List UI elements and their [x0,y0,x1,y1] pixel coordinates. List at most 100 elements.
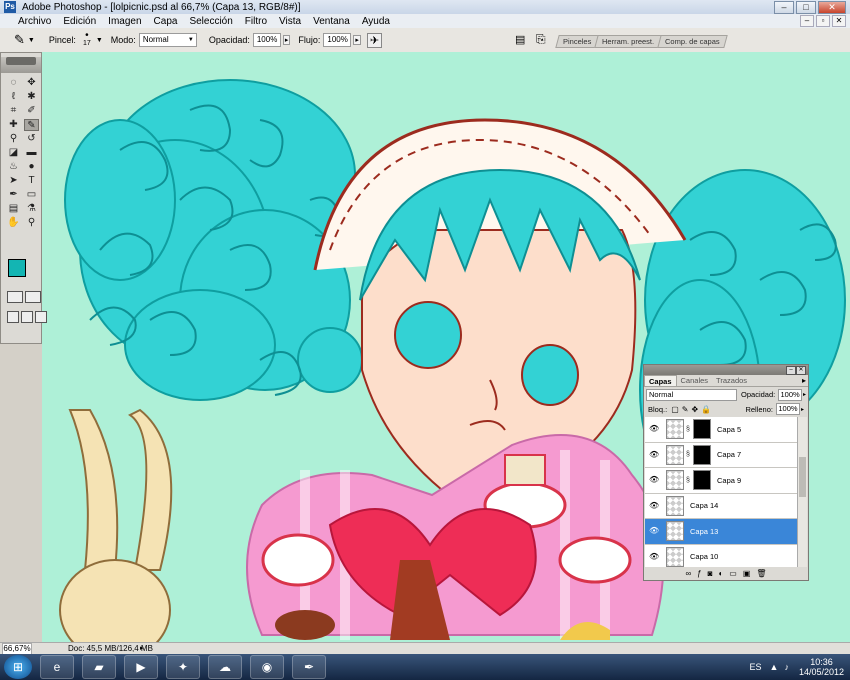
layer-opacity-field[interactable]: 100% [778,388,802,401]
ie-icon[interactable]: e [40,655,74,679]
flujo-slider-icon[interactable]: ▸ [353,35,361,45]
tray-arrow-icon[interactable]: ▲ [770,662,779,672]
opacidad-field[interactable]: 100% [252,33,281,47]
brush-preview[interactable]: • 17 [80,31,94,49]
menu-filtro[interactable]: Filtro [239,16,273,27]
layers-scrollbar[interactable] [797,417,807,567]
quick-mask-icon[interactable] [25,291,41,303]
eye-icon[interactable]: 👁 [649,450,659,460]
eye-icon[interactable]: 👁 [649,501,659,511]
move-icon[interactable]: ✥ [24,77,39,89]
shape-icon[interactable]: ▭ [24,189,39,201]
tab-comp-capas[interactable]: Comp. de capas [657,35,728,48]
volume-icon[interactable]: ♪ [784,662,789,672]
eyedropper-icon[interactable]: ⚗ [24,203,39,215]
network-icon[interactable]: ☁ [208,655,242,679]
palette-well-icon[interactable]: ⎘ [536,32,546,47]
tab-herram-preest[interactable]: Herram. preest. [594,35,663,48]
menu-edicion[interactable]: Edición [57,16,102,27]
new-layer-icon[interactable]: ▣ [743,569,751,578]
screen-mode-standard-icon[interactable] [7,311,19,323]
layers-panel-titlebar[interactable]: – ✕ [644,365,808,375]
maximize-icon[interactable]: □ [796,1,816,14]
menu-archivo[interactable]: Archivo [0,16,57,27]
tab-pinceles[interactable]: Pinceles [555,35,600,48]
file-browser-icon[interactable]: ▤ [515,33,525,46]
toolbox-header[interactable] [1,57,41,73]
brush-dropdown-icon[interactable]: ▼ [96,37,103,44]
opacity-arrow-icon[interactable]: ▸ [803,391,806,398]
brush-icon[interactable]: ✎ [24,119,39,131]
add-mask-icon[interactable]: ◙ [708,569,713,578]
lock-transparency-icon[interactable]: ▢ [671,405,679,414]
dodge-icon[interactable]: ● [24,161,39,173]
blend-mode-select[interactable]: Normal [646,388,738,401]
layer-row[interactable]: 👁 Capa 14 [645,494,797,519]
feather-app-icon[interactable]: ✒ [292,655,326,679]
history-brush-icon[interactable]: ↺ [24,133,39,145]
eye-icon[interactable]: 👁 [649,552,659,562]
layer-style-icon[interactable]: ƒ [697,569,701,578]
menu-seleccion[interactable]: Selección [183,16,238,27]
type-icon[interactable]: T [24,175,39,187]
screen-mode-full-menu-icon[interactable] [21,311,33,323]
crop-icon[interactable]: ⌗ [6,105,21,117]
chrome-icon[interactable]: ◉ [250,655,284,679]
menu-ventana[interactable]: Ventana [307,16,356,27]
opacidad-slider-icon[interactable]: ▸ [282,35,291,45]
eye-icon[interactable]: 👁 [649,424,659,434]
language-indicator[interactable]: ES [750,662,762,672]
photoshop-helper-icon[interactable]: ✦ [166,655,200,679]
scrollbar-thumb[interactable] [799,457,806,497]
menu-ayuda[interactable]: Ayuda [356,16,396,27]
marquee-icon[interactable]: ◌ [6,77,21,89]
gradient-icon[interactable]: ▬ [24,147,39,159]
media-player-icon[interactable]: ▶ [124,655,158,679]
lasso-icon[interactable]: ℓ [6,91,21,103]
fill-arrow-icon[interactable]: ▸ [801,406,804,413]
new-fill-layer-icon[interactable]: ◐ [718,569,723,578]
preset-dropdown-icon[interactable]: ▼ [28,37,35,44]
airbrush-icon[interactable]: ✈ [366,32,383,48]
panel-menu-icon[interactable]: ▸ [802,375,806,386]
eraser-icon[interactable]: ◪ [6,147,21,159]
tab-capas[interactable]: Capas [644,375,677,386]
standard-mode-icon[interactable] [7,291,23,303]
start-button[interactable]: ⊞ [4,655,32,679]
layer-mask-thumbnail[interactable] [693,419,711,440]
tab-trazados[interactable]: Trazados [712,375,751,386]
lock-image-icon[interactable]: ✎ [682,405,689,414]
foreground-color-swatch[interactable] [8,259,26,277]
zoom-icon[interactable]: ⚲ [24,217,39,229]
doc-close-icon[interactable]: ✕ [832,15,846,27]
pen-icon[interactable]: ✒ [6,189,21,201]
layer-row[interactable]: 👁 § Capa 9 [645,468,797,494]
layer-mask-thumbnail[interactable] [693,444,711,465]
menu-capa[interactable]: Capa [148,16,184,27]
layer-row[interactable]: 👁 § Capa 7 [645,443,797,468]
slice-icon[interactable]: ✐ [24,105,39,117]
doc-minimize-icon[interactable]: – [800,15,814,27]
menu-vista[interactable]: Vista [273,16,307,27]
stamp-icon[interactable]: ⚲ [6,133,21,145]
clock[interactable]: 10:36 14/05/2012 [799,657,844,677]
healing-icon[interactable]: ✚ [6,119,21,131]
tab-canales[interactable]: Canales [677,375,713,386]
layer-mask-thumbnail[interactable] [693,470,711,491]
magic-wand-icon[interactable]: ✱ [24,91,39,103]
eye-icon[interactable]: 👁 [649,475,659,485]
delete-layer-icon[interactable]: 🗑 [756,569,766,578]
panel-close-icon[interactable]: ✕ [796,366,806,375]
screen-mode-full-icon[interactable] [35,311,47,323]
minimize-icon[interactable]: – [774,1,794,14]
new-group-icon[interactable]: ▭ [729,569,737,578]
flujo-field[interactable]: 100% [323,33,352,47]
lock-all-icon[interactable]: 🔒 [701,405,711,414]
doc-restore-icon[interactable]: ▫ [816,15,830,27]
path-select-icon[interactable]: ➤ [6,175,21,187]
panel-minimize-icon[interactable]: – [786,366,796,375]
lock-position-icon[interactable]: ✥ [691,405,698,414]
close-icon[interactable]: ✕ [818,1,846,14]
fill-field[interactable]: 100% [775,403,800,415]
blur-icon[interactable]: ♨ [6,161,21,173]
